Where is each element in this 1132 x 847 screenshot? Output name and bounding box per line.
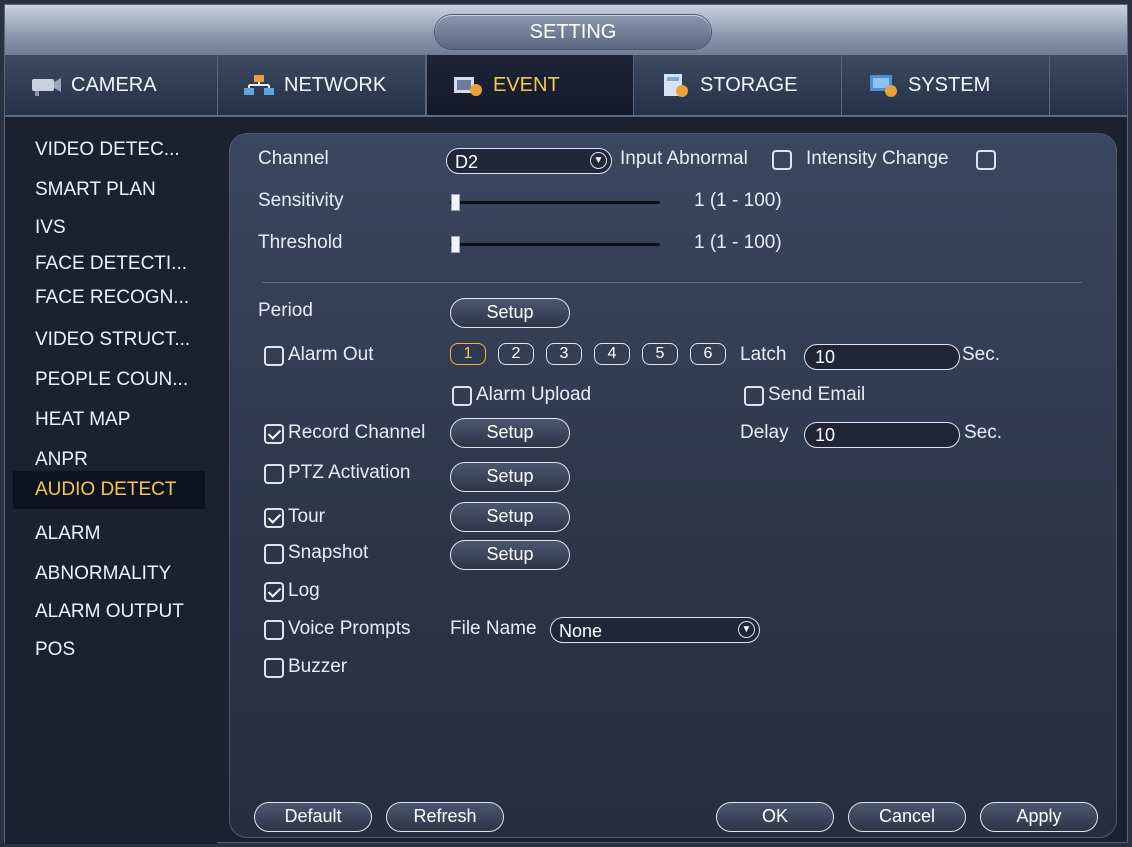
alarm-output-2[interactable]: 2: [498, 343, 534, 365]
refresh-button[interactable]: Refresh: [386, 802, 504, 832]
ok-button[interactable]: OK: [716, 802, 834, 832]
sidebar-item-video-detect[interactable]: VIDEO DETEC...: [13, 131, 205, 169]
tab-camera[interactable]: CAMERA: [5, 55, 218, 115]
sidebar-item-people-counting[interactable]: PEOPLE COUN...: [13, 361, 205, 399]
intensity-change-checkbox[interactable]: [976, 150, 996, 170]
settings-window: SETTING CAMERA NETWORK EVENT STORAGE SYS…: [4, 4, 1128, 844]
file-name-select[interactable]: None ▼: [550, 617, 760, 643]
sidebar-item-face-recognition[interactable]: FACE RECOGN...: [13, 279, 205, 317]
latch-sec-label: Sec.: [962, 344, 1001, 365]
sidebar-item-smart-plan[interactable]: SMART PLAN: [13, 171, 205, 209]
latch-label: Latch: [740, 344, 787, 365]
threshold-value: 1 (1 - 100): [694, 232, 782, 253]
buzzer-checkbox[interactable]: [264, 658, 284, 678]
network-icon: [242, 72, 276, 98]
apply-button[interactable]: Apply: [980, 802, 1098, 832]
sidebar-item-alarm[interactable]: ALARM: [13, 515, 205, 553]
audio-detect-panel: Channel D2 ▼ Input Abnormal Intensity Ch…: [229, 133, 1117, 838]
tour-checkbox[interactable]: [264, 508, 284, 528]
tab-system[interactable]: SYSTEM: [842, 55, 1050, 115]
tab-storage[interactable]: STORAGE: [634, 55, 842, 115]
ptz-setup-button[interactable]: Setup: [450, 462, 570, 492]
sidebar-item-audio-detect[interactable]: AUDIO DETECT: [13, 471, 205, 509]
delay-sec-label: Sec.: [964, 422, 1003, 443]
sensitivity-label: Sensitivity: [258, 190, 344, 211]
alarm-upload-label: Alarm Upload: [476, 384, 592, 405]
channel-value: D2: [455, 152, 479, 172]
alarm-output-6[interactable]: 6: [690, 343, 726, 365]
sensitivity-slider-thumb[interactable]: [451, 194, 460, 211]
channel-label: Channel: [258, 148, 329, 169]
sidebar-item-abnormality[interactable]: ABNORMALITY: [13, 555, 205, 593]
tab-event[interactable]: EVENT: [426, 55, 634, 115]
send-email-checkbox[interactable]: [744, 386, 764, 406]
record-channel-checkbox[interactable]: [264, 424, 284, 444]
alarm-output-1[interactable]: 1: [450, 343, 486, 365]
alarm-output-4[interactable]: 4: [594, 343, 630, 365]
log-checkbox[interactable]: [264, 582, 284, 602]
alarm-output-5[interactable]: 5: [642, 343, 678, 365]
sidebar-item-heat-map[interactable]: HEAT MAP: [13, 401, 205, 439]
threshold-slider-thumb[interactable]: [451, 236, 460, 253]
sidebar-item-alarm-output[interactable]: ALARM OUTPUT: [13, 593, 205, 631]
delay-input[interactable]: 10: [804, 422, 960, 448]
tab-storage-label: STORAGE: [700, 73, 798, 96]
tab-camera-label: CAMERA: [71, 73, 157, 96]
input-abnormal-checkbox[interactable]: [772, 150, 792, 170]
snapshot-label: Snapshot: [288, 542, 369, 563]
event-icon: [451, 72, 485, 98]
event-sidebar: VIDEO DETEC... SMART PLAN IVS FACE DETEC…: [5, 117, 217, 844]
tour-setup-button[interactable]: Setup: [450, 502, 570, 532]
send-email-label: Send Email: [768, 384, 866, 405]
sensitivity-value: 1 (1 - 100): [694, 190, 782, 211]
sidebar-item-ivs[interactable]: IVS: [13, 209, 205, 247]
snapshot-checkbox[interactable]: [264, 544, 284, 564]
channel-select[interactable]: D2 ▼: [446, 148, 612, 174]
snapshot-setup-button[interactable]: Setup: [450, 540, 570, 570]
input-abnormal-label: Input Abnormal: [620, 148, 748, 169]
system-icon: [866, 72, 900, 98]
period-setup-button[interactable]: Setup: [450, 298, 570, 328]
main-tab-bar: CAMERA NETWORK EVENT STORAGE SYSTEM: [5, 55, 1127, 117]
log-label: Log: [288, 580, 320, 601]
sidebar-item-pos[interactable]: POS: [13, 631, 205, 669]
threshold-label: Threshold: [258, 232, 343, 253]
period-label: Period: [258, 300, 313, 321]
record-channel-setup-button[interactable]: Setup: [450, 418, 570, 448]
section-divider: [262, 282, 1082, 283]
alarm-out-label: Alarm Out: [288, 344, 374, 365]
tour-label: Tour: [288, 506, 325, 527]
voice-prompts-label: Voice Prompts: [288, 618, 411, 639]
storage-icon: [658, 72, 692, 98]
tab-network[interactable]: NETWORK: [218, 55, 426, 115]
window-title: SETTING: [435, 15, 711, 49]
tab-system-label: SYSTEM: [908, 73, 991, 96]
chevron-down-icon: ▼: [738, 621, 755, 638]
buzzer-label: Buzzer: [288, 656, 348, 677]
alarm-upload-checkbox[interactable]: [452, 386, 472, 406]
file-name-value: None: [559, 621, 603, 641]
sensitivity-slider[interactable]: [450, 201, 660, 204]
delay-label: Delay: [740, 422, 789, 443]
ptz-activation-checkbox[interactable]: [264, 464, 284, 484]
camera-icon: [29, 72, 63, 98]
sidebar-item-face-detection[interactable]: FACE DETECTI...: [13, 245, 205, 283]
alarm-output-3[interactable]: 3: [546, 343, 582, 365]
tab-network-label: NETWORK: [284, 73, 387, 96]
alarm-out-checkbox[interactable]: [264, 346, 284, 366]
chevron-down-icon: ▼: [590, 152, 607, 169]
latch-input[interactable]: 10: [804, 344, 960, 370]
default-button[interactable]: Default: [254, 802, 372, 832]
cancel-button[interactable]: Cancel: [848, 802, 966, 832]
intensity-change-label: Intensity Change: [806, 148, 949, 169]
threshold-slider[interactable]: [450, 243, 660, 246]
record-channel-label: Record Channel: [288, 422, 426, 443]
title-bar: SETTING: [5, 5, 1127, 55]
voice-prompts-checkbox[interactable]: [264, 620, 284, 640]
ptz-activation-label: PTZ Activation: [288, 462, 411, 483]
tab-event-label: EVENT: [493, 73, 560, 96]
sidebar-item-video-structure[interactable]: VIDEO STRUCT...: [13, 321, 205, 359]
file-name-label: File Name: [450, 618, 537, 639]
